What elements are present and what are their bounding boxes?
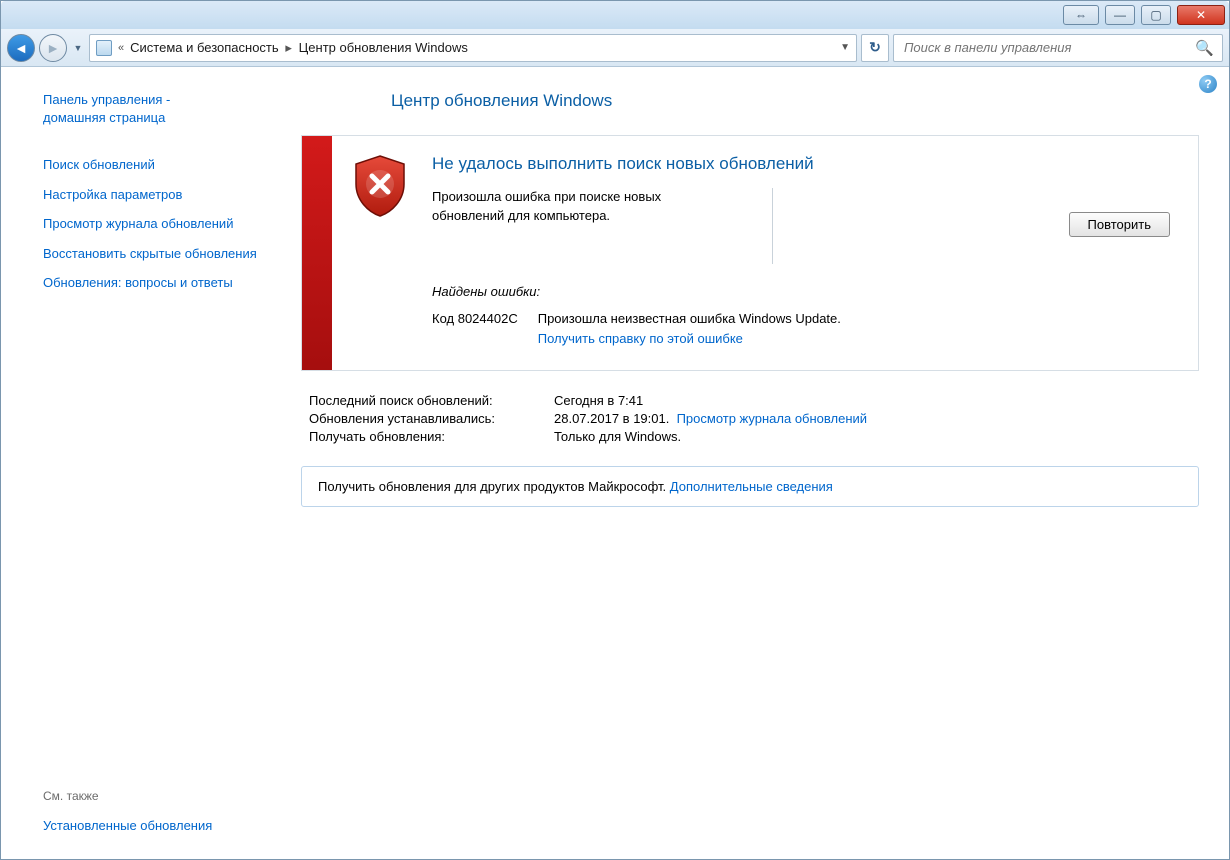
- error-code: Код 8024402C: [432, 309, 518, 348]
- maximize-icon: ▢: [1150, 8, 1161, 22]
- status-divider: [772, 188, 773, 264]
- arrows-icon: ⇔: [1075, 8, 1087, 22]
- chevron-down-icon: ▼: [840, 42, 850, 53]
- receive-label: Получать обновления:: [309, 429, 554, 444]
- address-bar: ◄ ► ▼ « Система и безопасность ▸ Центр о…: [1, 29, 1229, 67]
- breadcrumb-root-chevron: «: [118, 42, 124, 54]
- refresh-button[interactable]: ↻: [861, 34, 889, 62]
- sidebar-link-history[interactable]: Просмотр журнала обновлений: [43, 215, 269, 233]
- content-body: Панель управления - домашняя страница По…: [1, 67, 1229, 859]
- maximize-button[interactable]: ▢: [1141, 5, 1171, 25]
- forward-arrow-icon: ►: [46, 41, 60, 55]
- sidebar-link-settings[interactable]: Настройка параметров: [43, 186, 269, 204]
- shield-error-icon: [352, 154, 408, 218]
- error-help-link[interactable]: Получить справку по этой ошибке: [538, 331, 743, 346]
- nav-back-button[interactable]: ◄: [7, 34, 35, 62]
- sidebar-home-line1: Панель управления -: [43, 92, 170, 107]
- status-heading: Не удалось выполнить поиск новых обновле…: [432, 154, 1170, 174]
- control-panel-window: ⇔ — ▢ ✕ ◄ ► ▼ « Система и безопасность ▸…: [0, 0, 1230, 860]
- sidebar: Панель управления - домашняя страница По…: [1, 67, 291, 859]
- sync-window-button[interactable]: ⇔: [1063, 5, 1099, 25]
- sidebar-link-installed-updates[interactable]: Установленные обновления: [43, 817, 269, 835]
- receive-value: Только для Windows.: [554, 429, 681, 444]
- sidebar-home-line2: домашняя страница: [43, 110, 165, 125]
- info-bar-link[interactable]: Дополнительные сведения: [670, 479, 833, 494]
- nav-history-dropdown[interactable]: ▼: [71, 43, 85, 53]
- refresh-icon: ↻: [869, 39, 881, 56]
- info-bar-text: Получить обновления для других продуктов…: [318, 479, 666, 494]
- installed-label: Обновления устанавливались:: [309, 411, 554, 426]
- breadcrumb-bar[interactable]: « Система и безопасность ▸ Центр обновле…: [89, 34, 857, 62]
- close-button[interactable]: ✕: [1177, 5, 1225, 25]
- sidebar-link-restore-hidden[interactable]: Восстановить скрытые обновления: [43, 245, 269, 263]
- last-search-label: Последний поиск обновлений:: [309, 393, 554, 408]
- status-body: Произошла ошибка при поиске новых обновл…: [432, 188, 732, 226]
- minimize-icon: —: [1114, 8, 1126, 22]
- search-box[interactable]: 🔍: [893, 34, 1223, 62]
- breadcrumb-separator: ▸: [285, 40, 293, 56]
- installed-value: 28.07.2017 в 19:01.: [554, 411, 669, 426]
- error-strip: [302, 136, 332, 370]
- error-code-desc: Произошла неизвестная ошибка Windows Upd…: [538, 311, 841, 326]
- minimize-button[interactable]: —: [1105, 5, 1135, 25]
- back-arrow-icon: ◄: [14, 41, 28, 55]
- breadcrumb-part-1[interactable]: Система и безопасность: [130, 40, 279, 55]
- chevron-down-icon: ▼: [74, 43, 83, 53]
- help-icon[interactable]: ?: [1199, 75, 1217, 93]
- sidebar-home-link[interactable]: Панель управления - домашняя страница: [43, 91, 269, 126]
- details-table: Последний поиск обновлений: Сегодня в 7:…: [309, 393, 1199, 444]
- breadcrumb-part-2[interactable]: Центр обновления Windows: [299, 40, 468, 55]
- search-icon: 🔍: [1195, 39, 1214, 57]
- found-errors-label: Найдены ошибки:: [432, 284, 1170, 299]
- address-dropdown[interactable]: ▼: [840, 42, 850, 53]
- info-bar: Получить обновления для других продуктов…: [301, 466, 1199, 507]
- main-panel: ? Центр обновления Windows: [291, 67, 1229, 859]
- see-also-label: См. также: [43, 789, 269, 803]
- titlebar: ⇔ — ▢ ✕: [1, 1, 1229, 29]
- sidebar-link-faq[interactable]: Обновления: вопросы и ответы: [43, 274, 269, 292]
- control-panel-icon: [96, 40, 112, 56]
- history-link[interactable]: Просмотр журнала обновлений: [677, 411, 867, 426]
- page-title: Центр обновления Windows: [391, 91, 1199, 111]
- close-icon: ✕: [1196, 8, 1206, 22]
- retry-button[interactable]: Повторить: [1069, 212, 1170, 237]
- last-search-value: Сегодня в 7:41: [554, 393, 643, 408]
- sidebar-link-search-updates[interactable]: Поиск обновлений: [43, 156, 269, 174]
- search-input[interactable]: [902, 39, 1195, 56]
- nav-forward-button[interactable]: ►: [39, 34, 67, 62]
- status-box: Не удалось выполнить поиск новых обновле…: [301, 135, 1199, 371]
